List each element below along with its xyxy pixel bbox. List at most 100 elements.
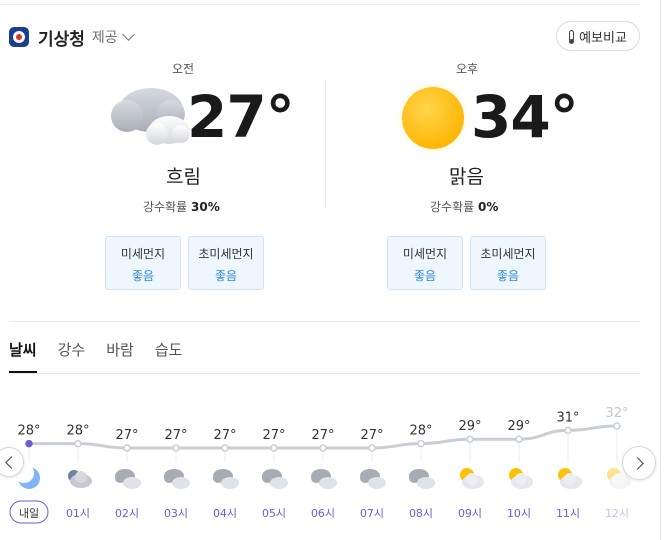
temperature-point bbox=[74, 439, 82, 448]
temperature-label: 28° bbox=[17, 424, 40, 439]
cloudy-icon bbox=[213, 469, 239, 489]
temperature-label: 27° bbox=[360, 428, 383, 443]
sunny-icon bbox=[394, 79, 472, 157]
cloud-shape bbox=[172, 477, 190, 489]
am-fine-dust-value: 좋음 bbox=[131, 269, 155, 283]
hour-label: 04시 bbox=[213, 507, 237, 520]
am-precipitation: 강수확률 30% bbox=[27, 198, 347, 215]
hour-label: 12시 bbox=[605, 507, 629, 520]
temperature-point bbox=[613, 422, 621, 430]
pm-ultrafine-dust-value: 좋음 bbox=[496, 269, 520, 283]
pm-fine-dust-value: 좋음 bbox=[413, 269, 437, 283]
cloud-shape bbox=[75, 471, 87, 483]
cloudy-icon bbox=[409, 469, 435, 489]
partly-sunny-icon bbox=[460, 468, 484, 489]
kma-logo-icon bbox=[9, 27, 29, 47]
temperature-label: 29° bbox=[458, 419, 481, 434]
cloud-shape bbox=[564, 473, 576, 485]
hour-label: 내일 bbox=[19, 506, 39, 520]
hour-label: 05시 bbox=[262, 507, 286, 520]
cloudy-icon bbox=[311, 469, 337, 489]
pm-ultrafine-dust[interactable]: 초미세먼지 좋음 bbox=[470, 236, 546, 290]
hour-label: 07시 bbox=[360, 507, 384, 520]
am-ultrafine-dust-label: 초미세먼지 bbox=[198, 247, 254, 261]
am-condition: 흐림 bbox=[166, 166, 201, 188]
hour-label: 09시 bbox=[458, 507, 482, 520]
temperature-label: 27° bbox=[262, 428, 285, 443]
cloudy-icon bbox=[262, 469, 288, 489]
hour-label: 02시 bbox=[115, 507, 139, 520]
temperature-label: 27° bbox=[311, 428, 334, 443]
provider-name: 기상청 bbox=[38, 29, 85, 50]
am-precip-label: 강수확률 bbox=[143, 200, 188, 214]
am-period-label: 오전 bbox=[172, 62, 195, 76]
am-ultrafine-dust[interactable]: 초미세먼지 좋음 bbox=[188, 236, 264, 290]
pm-ultrafine-dust-label: 초미세먼지 bbox=[480, 247, 536, 261]
section-divider bbox=[9, 321, 640, 322]
cloud-shape bbox=[515, 473, 527, 485]
forecast-tabs: 날씨 강수 바람 습도 bbox=[9, 339, 203, 373]
temperature-point bbox=[123, 444, 131, 452]
scroll-right-button[interactable] bbox=[622, 446, 656, 480]
hour-label: 01시 bbox=[66, 507, 90, 520]
temperature-point bbox=[368, 444, 376, 452]
temperature-point bbox=[221, 444, 229, 452]
temperature-point bbox=[319, 444, 327, 452]
am-precip-value: 30% bbox=[191, 200, 220, 214]
am-fine-dust[interactable]: 미세먼지 좋음 bbox=[105, 236, 181, 290]
top-divider bbox=[0, 4, 640, 5]
temperature-point bbox=[270, 444, 278, 452]
cloud-shape bbox=[368, 477, 386, 489]
forecast-compare-label: 예보비교 bbox=[579, 30, 627, 46]
temperature-label: 27° bbox=[164, 428, 187, 443]
hour-label: 10시 bbox=[507, 507, 531, 520]
temperature-point bbox=[466, 435, 474, 443]
am-temperature: 27° bbox=[187, 83, 295, 151]
cloudy-icon bbox=[360, 469, 386, 489]
cloud-shape bbox=[466, 473, 478, 485]
forecast-compare-button[interactable]: 예보비교 bbox=[556, 21, 640, 51]
partly-sunny-icon bbox=[509, 468, 533, 489]
tab-precipitation[interactable]: 강수 bbox=[58, 339, 86, 373]
am-ultrafine-dust-value: 좋음 bbox=[214, 269, 238, 283]
temperature-point bbox=[564, 426, 572, 435]
pm-temperature: 34° bbox=[471, 83, 579, 151]
cloud-shape bbox=[270, 477, 288, 489]
pm-fine-dust-label: 미세먼지 bbox=[402, 247, 448, 261]
chevron-down-icon bbox=[121, 28, 135, 41]
am-forecast: 오전 27° 흐림 강수확률 30% 미세먼지 좋음 초미세먼지 좋음 bbox=[27, 60, 347, 300]
tabs-divider bbox=[9, 373, 640, 374]
tab-humidity[interactable]: 습도 bbox=[155, 339, 183, 373]
temperature-label: 28° bbox=[66, 424, 89, 439]
hour-label: 03시 bbox=[164, 507, 188, 520]
temperature-label: 31° bbox=[556, 410, 579, 425]
pm-precipitation: 강수확률 0% bbox=[309, 198, 629, 215]
pm-forecast: 오후 34° 맑음 강수확률 0% 미세먼지 좋음 초미세먼지 좋음 bbox=[309, 60, 629, 300]
cloud-shape bbox=[221, 477, 239, 489]
hour-label: 11시 bbox=[556, 507, 580, 520]
temperature-point bbox=[172, 444, 180, 452]
pm-fine-dust[interactable]: 미세먼지 좋음 bbox=[387, 236, 463, 290]
pm-period-label: 오후 bbox=[456, 62, 479, 76]
pm-precip-value: 0% bbox=[478, 200, 499, 214]
temperature-point bbox=[515, 435, 523, 443]
tab-weather[interactable]: 날씨 bbox=[9, 339, 37, 373]
cloudy-icon bbox=[115, 469, 141, 489]
tab-wind[interactable]: 바람 bbox=[106, 339, 134, 373]
temperature-point bbox=[417, 439, 425, 448]
provider-suffix: 제공 bbox=[91, 30, 118, 46]
provider-selector[interactable]: 기상청 제공 bbox=[9, 24, 135, 50]
temperature-label: 27° bbox=[115, 428, 138, 443]
pm-condition: 맑음 bbox=[449, 166, 484, 188]
cloud-shape bbox=[123, 477, 141, 489]
pm-precip-label: 강수확률 bbox=[430, 200, 475, 214]
hourly-temperature-chart: 28° 내일 28° 01시 27° 02시 27° 03시 27° 04시 27° 05시 27° 06… bbox=[9, 406, 631, 524]
temperature-label: 32° bbox=[605, 406, 628, 421]
hour-label: 06시 bbox=[311, 507, 335, 520]
temperature-point bbox=[25, 439, 33, 448]
cloud-shape bbox=[417, 477, 435, 489]
hour-label: 08시 bbox=[409, 507, 433, 520]
am-fine-dust-label: 미세먼지 bbox=[120, 247, 166, 261]
partly-sunny-icon bbox=[558, 468, 582, 489]
night-cloudy-icon bbox=[68, 470, 92, 488]
